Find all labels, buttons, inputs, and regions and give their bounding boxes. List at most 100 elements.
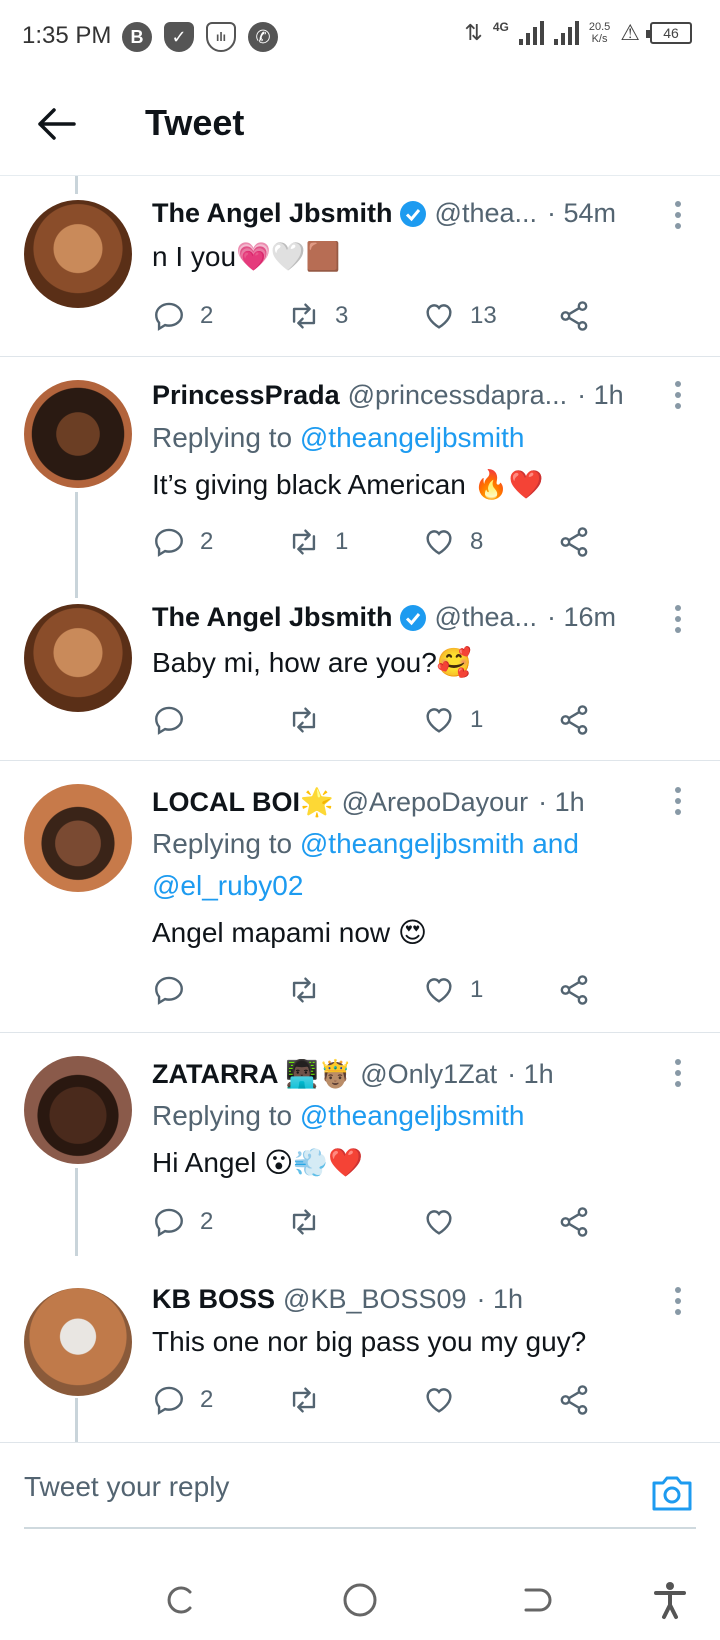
author-handle[interactable]: @KB_BOSS09 [283, 1284, 467, 1315]
reply-count: 2 [200, 302, 214, 329]
share-icon [560, 1385, 588, 1415]
author-handle[interactable]: @thea... [435, 198, 537, 229]
like-button[interactable] [422, 1380, 470, 1420]
like-button[interactable]: 1 [422, 970, 483, 1010]
tweet-text: Baby mi, how are you?🥰 [152, 647, 472, 678]
avatar[interactable] [24, 784, 132, 892]
recent-apps-icon[interactable] [160, 1580, 200, 1620]
reply-button[interactable] [152, 970, 200, 1010]
avatar[interactable] [24, 604, 132, 712]
share-icon [560, 527, 588, 557]
author-name[interactable]: KB BOSS [152, 1284, 275, 1315]
reply-input[interactable]: Tweet your reply [24, 1471, 229, 1503]
replying-to-line-2: @el_ruby02 [152, 870, 303, 902]
mention-link[interactable]: @theangeljbsmith [300, 422, 525, 453]
retweet-button[interactable]: 3 [287, 296, 348, 336]
avatar[interactable] [24, 200, 132, 308]
share-button[interactable] [557, 970, 591, 1010]
like-button[interactable] [422, 1202, 470, 1242]
like-button[interactable]: 13 [422, 296, 497, 336]
network-speed: 20.5 K/s [588, 21, 611, 45]
header: Tweet [0, 72, 720, 176]
author-name[interactable]: The Angel Jbsmith [152, 602, 393, 633]
share-button[interactable] [557, 1380, 591, 1420]
retweet-button[interactable] [287, 1202, 335, 1242]
share-button[interactable] [557, 1202, 591, 1242]
page-title: Tweet [145, 102, 245, 143]
retweet-button[interactable] [287, 700, 335, 740]
avatar[interactable] [24, 1288, 132, 1396]
more-options-icon[interactable] [672, 380, 684, 410]
mention-link[interactable]: @theangeljbsmith [300, 1100, 525, 1131]
tweet-text: Angel mapami now 😍 [152, 917, 428, 948]
share-icon [560, 975, 588, 1005]
replying-to-label: Replying to [152, 1100, 300, 1131]
reply-count: 2 [200, 528, 214, 555]
mention-link[interactable]: @theangeljbsmith and [300, 828, 579, 859]
author-name[interactable]: The Angel Jbsmith [152, 198, 393, 229]
author-handle[interactable]: @ArepoDayour [342, 787, 529, 818]
more-options-icon[interactable] [672, 1286, 684, 1316]
heart-icon [426, 304, 452, 329]
retweet-count: 1 [335, 528, 349, 555]
like-button[interactable]: 1 [422, 700, 483, 740]
share-button[interactable] [557, 522, 591, 562]
reply-button[interactable] [152, 700, 200, 740]
reply-button[interactable]: 2 [152, 1202, 213, 1242]
heart-icon [426, 530, 452, 555]
mention-link[interactable]: @el_ruby02 [152, 870, 303, 901]
reply-icon [155, 302, 183, 331]
back-nav-icon[interactable] [518, 1580, 558, 1620]
thread-line [75, 176, 78, 194]
author-name[interactable]: LOCAL BOI🌟 [152, 786, 334, 818]
heart-icon [426, 978, 452, 1003]
avatar[interactable] [24, 380, 132, 488]
tweet-time: · 1h [538, 786, 585, 817]
more-options-icon[interactable] [672, 1058, 684, 1088]
camera-icon[interactable] [650, 1473, 694, 1513]
reply-icon [155, 528, 183, 557]
more-options-icon[interactable] [672, 200, 684, 230]
reply-bar: Tweet your reply [0, 1442, 720, 1542]
author-handle[interactable]: @princessdapra... [348, 380, 568, 411]
reply-button[interactable]: 2 [152, 522, 213, 562]
tweet-text: n I you💗🤍🟫 [152, 241, 341, 272]
reply-icon [155, 706, 183, 735]
replying-to-label: Replying to [152, 422, 300, 453]
thread-line [75, 492, 78, 598]
retweet-icon [292, 1209, 316, 1235]
share-button[interactable] [557, 296, 591, 336]
accessibility-icon[interactable] [650, 1580, 690, 1620]
heart-icon [426, 708, 452, 733]
retweet-button[interactable]: 1 [287, 522, 348, 562]
retweet-button[interactable] [287, 1380, 335, 1420]
avatar[interactable] [24, 1056, 132, 1164]
author-handle[interactable]: @thea... [435, 602, 537, 633]
reply-icon [155, 1386, 183, 1415]
back-arrow-icon[interactable] [34, 102, 78, 146]
tweet-text: It’s giving black American 🔥❤️ [152, 469, 544, 500]
replying-to: Replying to @theangeljbsmith [152, 1100, 524, 1132]
home-icon[interactable] [340, 1580, 380, 1620]
thread-line [75, 1168, 78, 1256]
phone-icon: ✆ [248, 22, 278, 52]
more-options-icon[interactable] [672, 604, 684, 634]
share-button[interactable] [557, 700, 591, 740]
reply-icon [155, 1208, 183, 1237]
tweet-text: This one nor big pass you my guy? [152, 1326, 587, 1357]
reply-icon [155, 976, 183, 1005]
more-options-icon[interactable] [672, 786, 684, 816]
signal-icon [518, 21, 544, 45]
retweet-icon [292, 529, 316, 555]
shield-check-icon: ✓ [164, 22, 194, 52]
reply-button[interactable]: 2 [152, 1380, 213, 1420]
reply-button[interactable]: 2 [152, 296, 213, 336]
like-count: 1 [470, 976, 484, 1003]
like-button[interactable]: 8 [422, 522, 483, 562]
divider [0, 356, 720, 357]
author-name[interactable]: PrincessPrada [152, 380, 340, 411]
author-name[interactable]: ZATARRA 👨🏿‍💻🤴🏽 [152, 1058, 352, 1090]
retweet-button[interactable] [287, 970, 335, 1010]
author-handle[interactable]: @Only1Zat [360, 1059, 497, 1090]
heart-icon [426, 1210, 452, 1235]
